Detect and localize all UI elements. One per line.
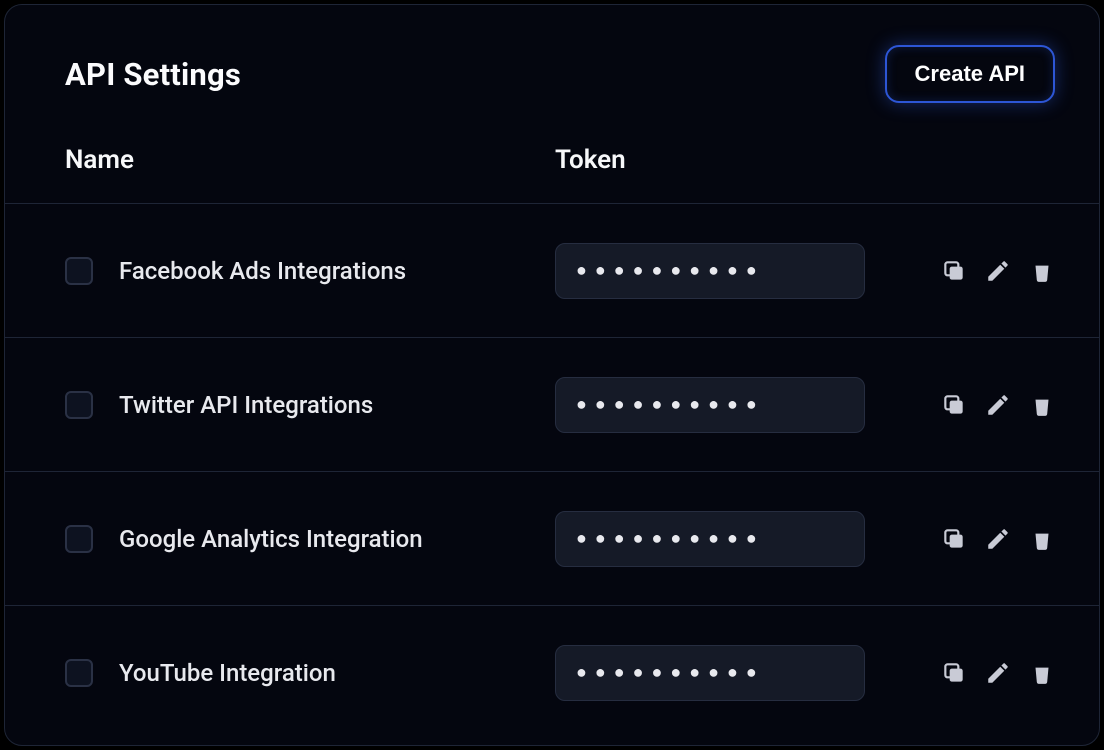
card-header: API Settings Create API [5, 5, 1099, 103]
row-name-label: Twitter API Integrations [119, 391, 555, 419]
edit-icon[interactable] [985, 660, 1011, 686]
row-checkbox[interactable] [65, 659, 93, 687]
table-body: Facebook Ads Integrations ●●●●●●●●●● Twi… [5, 203, 1099, 739]
page-title: API Settings [65, 56, 241, 93]
row-name-label: Facebook Ads Integrations [119, 257, 555, 285]
column-header-token: Token [555, 145, 1039, 175]
edit-icon[interactable] [985, 258, 1011, 284]
row-actions [941, 660, 1055, 686]
api-settings-card: API Settings Create API Name Token Faceb… [4, 4, 1100, 746]
copy-icon[interactable] [941, 258, 967, 284]
row-name-label: Google Analytics Integration [119, 525, 555, 553]
row-actions [941, 258, 1055, 284]
copy-icon[interactable] [941, 392, 967, 418]
copy-icon[interactable] [941, 660, 967, 686]
token-input[interactable]: ●●●●●●●●●● [555, 377, 865, 433]
delete-icon[interactable] [1029, 258, 1055, 284]
column-header-name: Name [65, 145, 555, 175]
table-row: Google Analytics Integration ●●●●●●●●●● [5, 471, 1099, 605]
row-checkbox[interactable] [65, 525, 93, 553]
edit-icon[interactable] [985, 526, 1011, 552]
row-checkbox[interactable] [65, 391, 93, 419]
create-api-button[interactable]: Create API [885, 45, 1055, 103]
token-input[interactable]: ●●●●●●●●●● [555, 243, 865, 299]
delete-icon[interactable] [1029, 660, 1055, 686]
table-header: Name Token [5, 103, 1099, 203]
table-row: Facebook Ads Integrations ●●●●●●●●●● [5, 203, 1099, 337]
token-input[interactable]: ●●●●●●●●●● [555, 645, 865, 701]
delete-icon[interactable] [1029, 392, 1055, 418]
row-name-label: YouTube Integration [119, 659, 555, 687]
copy-icon[interactable] [941, 526, 967, 552]
table-row: YouTube Integration ●●●●●●●●●● [5, 605, 1099, 739]
token-input[interactable]: ●●●●●●●●●● [555, 511, 865, 567]
delete-icon[interactable] [1029, 526, 1055, 552]
table-row: Twitter API Integrations ●●●●●●●●●● [5, 337, 1099, 471]
row-actions [941, 526, 1055, 552]
row-checkbox[interactable] [65, 257, 93, 285]
row-actions [941, 392, 1055, 418]
edit-icon[interactable] [985, 392, 1011, 418]
